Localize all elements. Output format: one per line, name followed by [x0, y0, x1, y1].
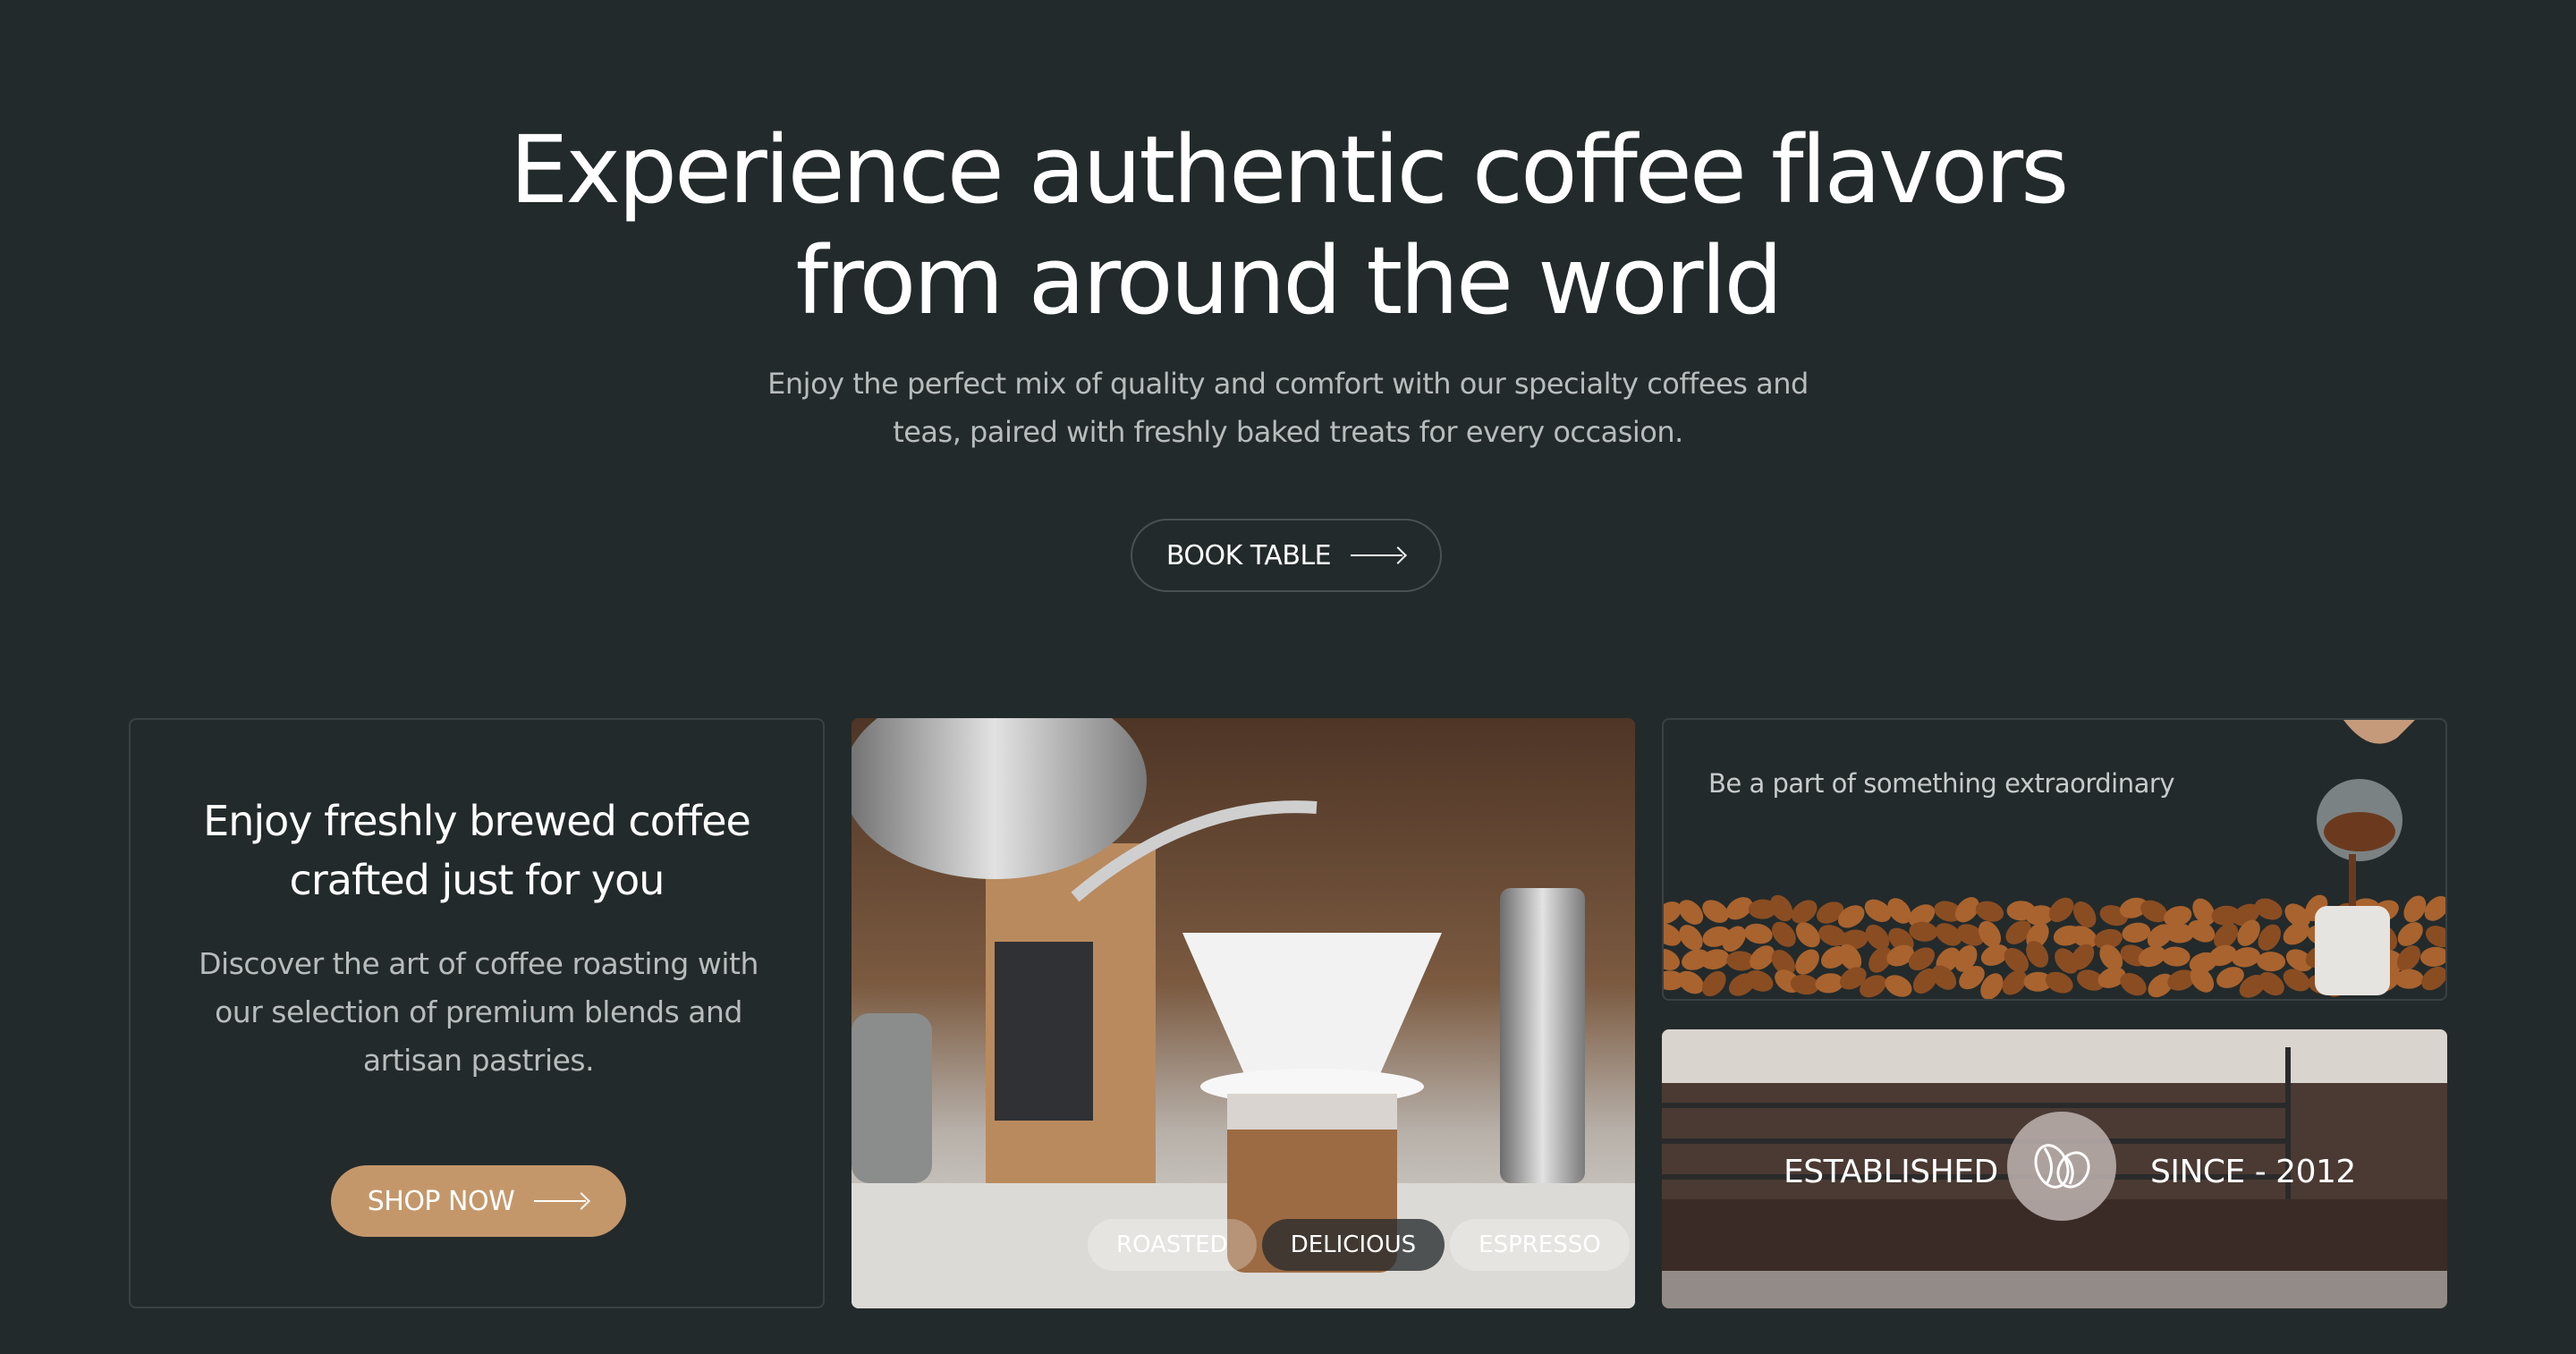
- tag-roasted[interactable]: ROASTED: [1088, 1219, 1257, 1271]
- feature-card-body: Discover the art of coffee roasting with…: [184, 940, 773, 1085]
- since-label: SINCE - 2012: [2150, 1154, 2356, 1190]
- tag-espresso[interactable]: ESPRESSO: [1450, 1219, 1630, 1271]
- coffee-bean: [1795, 949, 1819, 975]
- feature-body-line3: artisan pastries.: [362, 1043, 595, 1078]
- coffee-bean-icon: [2007, 1112, 2116, 1221]
- feature-body-line1: Discover the art of coffee roasting with: [199, 946, 758, 981]
- coffee-bean: [2257, 952, 2286, 972]
- coffee-bean: [1664, 948, 1680, 970]
- shop-now-label: SHOP NOW: [367, 1185, 515, 1217]
- established-label: ESTABLISHED: [1784, 1154, 1998, 1190]
- hero-title: Experience authentic coffee flavors from…: [0, 114, 2576, 336]
- book-table-label: BOOK TABLE: [1165, 539, 1332, 571]
- community-card: Be a part of something extraordinary: [1662, 718, 2447, 1001]
- arrow-right-icon: [1351, 546, 1406, 564]
- feature-title-line2: crafted just for you: [289, 856, 665, 904]
- coffee-bean: [1744, 923, 1773, 944]
- tag-delicious[interactable]: DELICIOUS: [1261, 1219, 1445, 1271]
- feature-title-line1: Enjoy freshly brewed coffee: [203, 797, 751, 845]
- pour-over-image-card: ROASTED DELICIOUS ESPRESSO: [852, 718, 1635, 1308]
- hero-title-line1: Experience authentic coffee flavors: [509, 115, 2070, 224]
- feature-body-line2: our selection of premium blends and: [215, 994, 742, 1029]
- coffee-bean: [2161, 946, 2190, 967]
- coffee-bean: [1677, 970, 1705, 994]
- coffee-bean: [2232, 947, 2260, 968]
- coffee-bean: [2254, 898, 2283, 920]
- tag-list: ROASTED DELICIOUS ESPRESSO: [1088, 1219, 1630, 1271]
- hero-subtitle-line2: teas, paired with freshly baked treats f…: [893, 415, 1683, 449]
- established-card: ESTABLISHED SINCE - 2012: [1662, 1029, 2447, 1308]
- coffee-bean: [2122, 922, 2151, 943]
- arrow-right-icon: [534, 1192, 589, 1210]
- coffee-beans-illustration: [1664, 720, 2445, 999]
- shop-now-button[interactable]: SHOP NOW: [331, 1165, 626, 1237]
- hero-subtitle: Enjoy the perfect mix of quality and com…: [751, 360, 1825, 456]
- feature-card-title: Enjoy freshly brewed coffee crafted just…: [131, 791, 823, 910]
- coffee-bean: [2420, 946, 2445, 967]
- coffee-bean: [1885, 975, 1912, 997]
- feature-card: Enjoy freshly brewed coffee crafted just…: [129, 718, 825, 1308]
- book-table-button[interactable]: BOOK TABLE: [1131, 519, 1442, 592]
- hero-title-line2: from around the world: [795, 226, 1784, 335]
- hero-subtitle-line1: Enjoy the perfect mix of quality and com…: [767, 367, 1809, 401]
